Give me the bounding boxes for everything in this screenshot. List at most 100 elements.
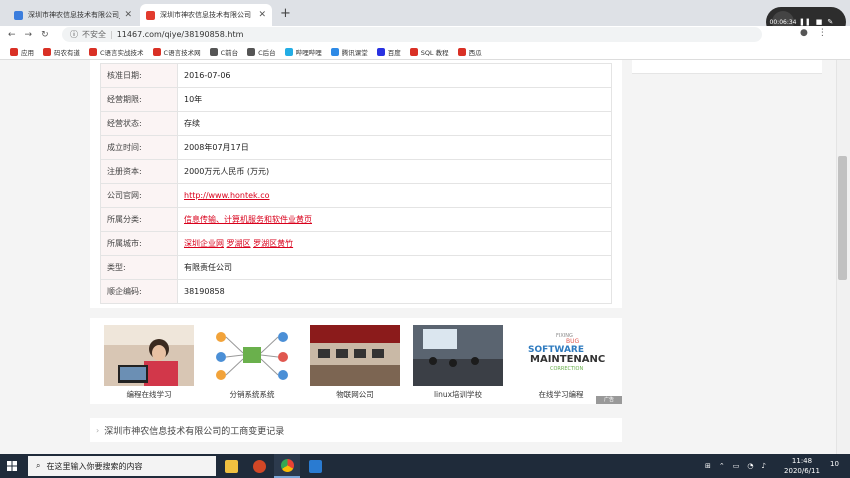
tab-company-2[interactable]: 深圳市神农信息技术有限公司 ✕ bbox=[140, 4, 272, 26]
clock-date: 2020/6/11 bbox=[784, 467, 820, 475]
windows-logo-icon bbox=[7, 461, 17, 471]
reload-icon[interactable]: ↻ bbox=[41, 30, 49, 40]
change-records-header[interactable]: › 深圳市神农信息技术有限公司的工商变更记录 bbox=[90, 418, 622, 442]
table-row: 类型: 有限责任公司 bbox=[100, 255, 612, 280]
bookmarks-bar: 应用 码农有道 C语言实战技术 C语言技术网 C前台 C后台 哔哩哔哩 腾讯课堂 百度 SQL 教… bbox=[0, 44, 850, 60]
taskbar-chrome[interactable] bbox=[274, 454, 300, 478]
office-image bbox=[310, 325, 400, 386]
svg-text:FIXING: FIXING bbox=[556, 333, 573, 339]
chevron-right-icon: › bbox=[96, 425, 100, 435]
taskbar-clock[interactable]: 11:48 2020/6/11 bbox=[778, 456, 826, 476]
ad-tag: 广告 bbox=[596, 396, 622, 404]
bookmark-icon bbox=[284, 47, 293, 56]
bookmark-item[interactable]: 码农有道 bbox=[43, 47, 80, 57]
bookmark-label: 哔哩哔哩 bbox=[295, 48, 322, 57]
network-icon[interactable]: ◔ bbox=[747, 462, 753, 470]
url-field[interactable]: ⓘ 不安全 | 11467.com/qiye/38190858.htm bbox=[62, 27, 762, 42]
table-row: 所属分类: 信息传输、计算机服务和软件业黄页 bbox=[100, 207, 612, 232]
volume-icon[interactable]: ♪ bbox=[761, 462, 765, 470]
taskbar-explorer[interactable] bbox=[218, 454, 244, 478]
bookmark-icon bbox=[330, 47, 339, 56]
close-tab-icon[interactable]: ✕ bbox=[258, 10, 266, 20]
field-label: 顺企编码: bbox=[100, 279, 178, 304]
ad-thumbnails: 编程在线学习 分销系统系统 物联网公司 linux培训学校 SOFTWARE M… bbox=[90, 318, 622, 404]
bookmark-item[interactable]: 西瓜 bbox=[457, 47, 482, 57]
thumb-programming[interactable]: 编程在线学习 bbox=[104, 325, 194, 400]
taskbar-app[interactable] bbox=[302, 454, 328, 478]
field-value-text: 有限责任公司 bbox=[184, 263, 232, 272]
network-diagram-image bbox=[207, 325, 297, 386]
menu-icon[interactable]: ⋮ bbox=[818, 28, 827, 38]
category-link[interactable]: 信息传输、计算机服务和软件业黄页 bbox=[184, 215, 312, 224]
table-row: 注册资本: 2000万元人民币 (万元) bbox=[100, 159, 612, 184]
bookmark-item[interactable]: C后台 bbox=[247, 47, 276, 57]
address-bar-row: ← → ↻ ⓘ 不安全 | 11467.com/qiye/38190858.ht… bbox=[0, 26, 850, 44]
pen-icon[interactable]: ✎ bbox=[827, 18, 833, 26]
info-icon[interactable]: ⓘ bbox=[70, 29, 78, 40]
field-label: 所属分类: bbox=[100, 207, 178, 232]
close-tab-icon[interactable]: ✕ bbox=[124, 10, 132, 20]
forward-icon[interactable]: → bbox=[25, 30, 33, 40]
svg-text:BUG: BUG bbox=[566, 338, 580, 345]
thumb-caption: 在线学习编程 bbox=[538, 390, 584, 399]
field-value: http://www.hontek.co bbox=[177, 183, 612, 208]
bookmark-item[interactable]: SQL 教程 bbox=[409, 47, 449, 57]
table-row: 成立时间: 2008年07月17日 bbox=[100, 135, 612, 160]
account-icon[interactable]: ● bbox=[800, 28, 808, 38]
ime-icon[interactable]: ⊞ bbox=[705, 462, 711, 470]
city-link[interactable]: 罗湖区 bbox=[227, 239, 251, 248]
thumb-distribution[interactable]: 分销系统系统 bbox=[207, 325, 297, 400]
stop-icon[interactable]: ■ bbox=[816, 18, 823, 26]
notification-count[interactable]: 10 bbox=[830, 460, 839, 468]
bookmark-item[interactable]: 百度 bbox=[376, 47, 401, 57]
field-value: 2008年07月17日 bbox=[177, 135, 612, 160]
bookmark-item[interactable]: 应用 bbox=[10, 47, 34, 57]
tab-company-1[interactable]: 深圳市神农信息技术有限公司_员 ✕ bbox=[8, 4, 138, 26]
bookmark-item[interactable]: 哔哩哔哩 bbox=[284, 47, 322, 57]
back-icon[interactable]: ← bbox=[8, 30, 16, 40]
city-link[interactable]: 深圳企业网 bbox=[184, 239, 224, 248]
new-tab-button[interactable]: + bbox=[280, 6, 291, 21]
search-icon: ⌕ bbox=[36, 461, 41, 470]
taskbar-search[interactable]: ⌕ 在这里输入你要搜索的内容 bbox=[28, 456, 216, 476]
bookmark-item[interactable]: C前台 bbox=[209, 47, 239, 57]
bookmark-icon bbox=[247, 47, 256, 56]
field-value: 10年 bbox=[177, 87, 612, 112]
url-text: 11467.com/qiye/38190858.htm bbox=[116, 30, 244, 39]
tab-label: 深圳市神农信息技术有限公司 bbox=[160, 11, 251, 19]
thumb-linux[interactable]: linux培训学校 bbox=[413, 325, 503, 400]
bookmark-icon bbox=[409, 47, 418, 56]
field-value: 深圳企业网 罗湖区 罗湖区黄竹 bbox=[177, 231, 612, 256]
field-label: 所属城市: bbox=[100, 231, 178, 256]
site-favicon-icon bbox=[146, 10, 155, 20]
thumb-iot[interactable]: 物联网公司 bbox=[310, 325, 400, 400]
thumb-online-learning[interactable]: SOFTWARE MAINTENANCE CORRECTION BUG FIXI… bbox=[516, 325, 612, 400]
field-label: 注册资本: bbox=[100, 159, 178, 184]
field-label: 核准日期: bbox=[100, 63, 178, 88]
battery-icon[interactable]: ▭ bbox=[733, 462, 740, 470]
company-info-table: 核准日期: 2016-07-06 经营期限: 10年 经营状态: 存续 成立时间: 2008年… bbox=[100, 63, 612, 304]
search-placeholder: 在这里输入你要搜索的内容 bbox=[46, 461, 143, 471]
website-link[interactable]: http://www.hontek.co bbox=[184, 191, 270, 200]
field-value-text: 38190858 bbox=[184, 287, 225, 296]
scrollbar-thumb[interactable] bbox=[838, 156, 847, 280]
chevron-up-icon[interactable]: ⌃ bbox=[719, 462, 725, 470]
software-maintenance-wordcloud-image: SOFTWARE MAINTENANCE CORRECTION BUG FIXI… bbox=[516, 325, 612, 386]
field-label: 成立时间: bbox=[100, 135, 178, 160]
bookmark-icon bbox=[376, 47, 385, 56]
bookmark-item[interactable]: C语言技术网 bbox=[152, 47, 201, 57]
field-value: 信息传输、计算机服务和软件业黄页 bbox=[177, 207, 612, 232]
bookmark-item[interactable]: 腾讯课堂 bbox=[330, 47, 368, 57]
table-row: 经营期限: 10年 bbox=[100, 87, 612, 112]
city-link[interactable]: 罗湖区黄竹 bbox=[253, 239, 293, 248]
bookmark-label: C前台 bbox=[220, 48, 239, 57]
bookmark-icon bbox=[457, 47, 466, 56]
start-button[interactable] bbox=[0, 454, 24, 478]
taskbar-powerpoint[interactable] bbox=[246, 454, 272, 478]
bookmark-item[interactable]: C语言实战技术 bbox=[89, 47, 144, 57]
system-tray: ⊞ ⌃ ▭ ◔ ♪ bbox=[705, 454, 766, 478]
table-row: 经营状态: 存续 bbox=[100, 111, 612, 136]
pause-icon[interactable]: ❚❚ bbox=[799, 18, 811, 26]
woman-at-laptop-image bbox=[104, 325, 194, 386]
bookmark-label: SQL 教程 bbox=[420, 48, 449, 57]
